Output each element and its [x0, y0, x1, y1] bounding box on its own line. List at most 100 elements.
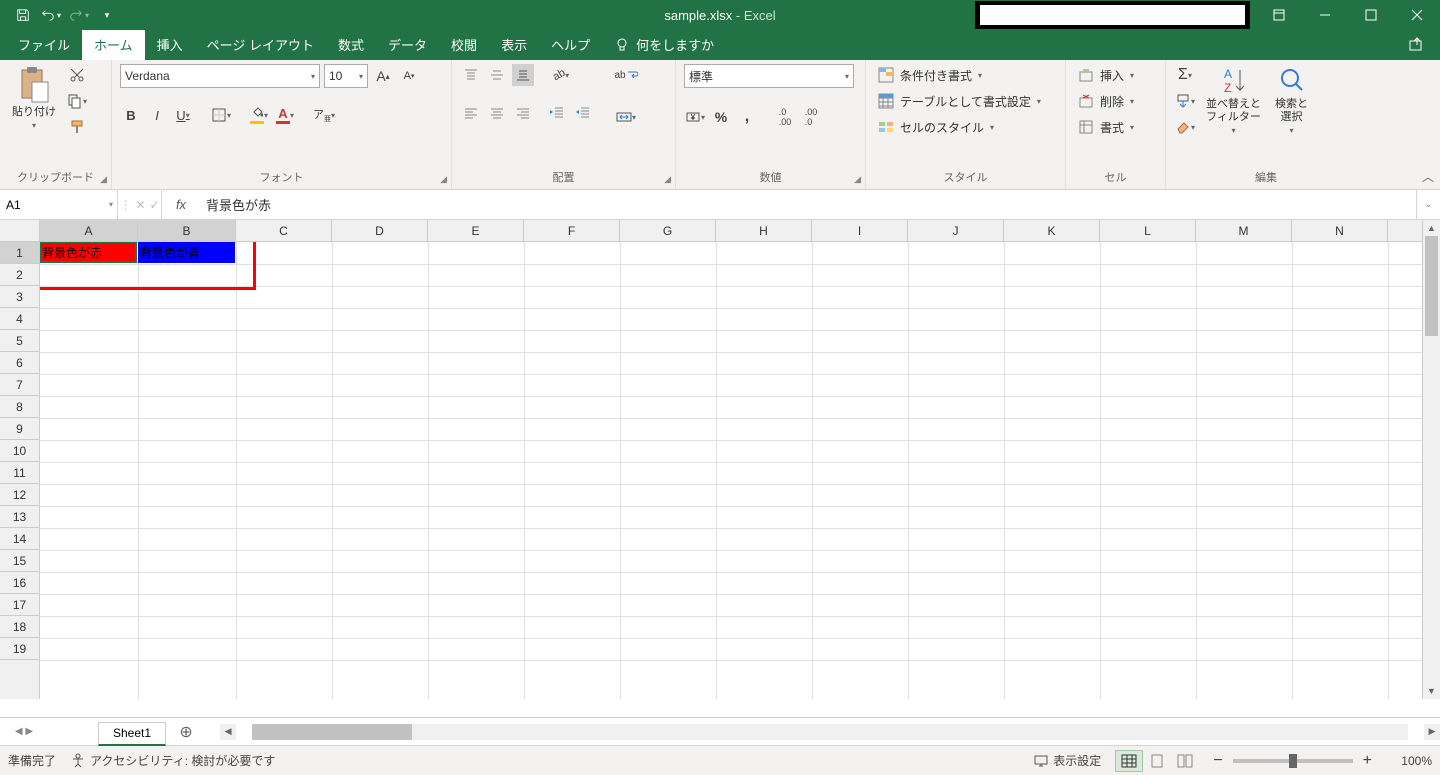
- insert-function-button[interactable]: fx: [166, 197, 196, 212]
- scroll-right-button[interactable]: ▶: [1424, 724, 1440, 740]
- cancel-formula-button[interactable]: ✕: [135, 198, 145, 212]
- increase-font-button[interactable]: A▴: [372, 65, 394, 87]
- align-center-button[interactable]: [486, 102, 508, 124]
- column-header[interactable]: K: [1004, 220, 1100, 241]
- sheet-tab-active[interactable]: Sheet1: [98, 722, 166, 746]
- cell-B1[interactable]: 背景色が青: [138, 242, 235, 263]
- column-header[interactable]: C: [236, 220, 332, 241]
- decrease-font-button[interactable]: A▾: [398, 65, 420, 87]
- column-header[interactable]: F: [524, 220, 620, 241]
- row-header[interactable]: 9: [0, 418, 39, 440]
- tab-view[interactable]: 表示: [489, 29, 539, 60]
- row-header[interactable]: 10: [0, 440, 39, 462]
- align-top-button[interactable]: [460, 64, 482, 86]
- bold-button[interactable]: B: [120, 104, 142, 126]
- decrease-indent-button[interactable]: [546, 102, 568, 124]
- fill-button[interactable]: ▾: [1174, 90, 1196, 112]
- zoom-thumb[interactable]: [1289, 754, 1297, 768]
- share-button[interactable]: [1394, 30, 1440, 60]
- row-header[interactable]: 13: [0, 506, 39, 528]
- sort-filter-button[interactable]: AZ 並べ替えと フィルター▾: [1202, 64, 1265, 137]
- font-color-button[interactable]: A▾: [274, 104, 296, 126]
- normal-view-button[interactable]: [1115, 750, 1143, 772]
- tab-page-layout[interactable]: ページ レイアウト: [195, 29, 326, 60]
- hscroll-thumb[interactable]: [252, 724, 412, 740]
- phonetic-button[interactable]: ア亜▾: [312, 104, 336, 126]
- row-header[interactable]: 1: [0, 242, 39, 264]
- format-painter-button[interactable]: [66, 116, 88, 138]
- cell-styles-button[interactable]: セルのスタイル▾: [874, 116, 998, 138]
- page-layout-view-button[interactable]: [1143, 750, 1171, 772]
- copy-button[interactable]: ▾: [66, 90, 88, 112]
- ribbon-options-button[interactable]: [1256, 0, 1302, 30]
- column-header[interactable]: L: [1100, 220, 1196, 241]
- zoom-in-button[interactable]: +: [1359, 752, 1376, 770]
- row-header[interactable]: 18: [0, 616, 39, 638]
- column-header[interactable]: M: [1196, 220, 1292, 241]
- tab-review[interactable]: 校閲: [439, 29, 489, 60]
- enter-formula-button[interactable]: ✓: [150, 198, 160, 212]
- row-header[interactable]: 12: [0, 484, 39, 506]
- tell-me[interactable]: 何をしますか: [602, 29, 726, 60]
- row-header[interactable]: 4: [0, 308, 39, 330]
- delete-cells-button[interactable]: 削除▾: [1074, 90, 1138, 112]
- row-header[interactable]: 6: [0, 352, 39, 374]
- tab-home[interactable]: ホーム: [82, 29, 145, 60]
- paste-button[interactable]: 貼り付け ▾: [8, 64, 60, 132]
- zoom-out-button[interactable]: −: [1209, 752, 1226, 770]
- row-header[interactable]: 8: [0, 396, 39, 418]
- tab-file[interactable]: ファイル: [6, 29, 82, 60]
- conditional-formatting-button[interactable]: 条件付き書式▾: [874, 64, 986, 86]
- scroll-up-button[interactable]: ▲: [1423, 220, 1440, 236]
- fill-color-button[interactable]: ▾: [248, 104, 270, 126]
- autosum-button[interactable]: Σ▾: [1174, 64, 1196, 86]
- percent-button[interactable]: %: [710, 106, 732, 128]
- minimize-button[interactable]: [1302, 0, 1348, 30]
- formula-input[interactable]: 背景色が赤: [200, 195, 1416, 214]
- font-size-combo[interactable]: 10▾: [324, 64, 368, 88]
- row-header[interactable]: 3: [0, 286, 39, 308]
- name-box[interactable]: A1▾: [0, 190, 118, 219]
- column-header[interactable]: B: [138, 220, 236, 241]
- scroll-left-button[interactable]: ◀: [220, 724, 236, 740]
- qat-customize[interactable]: ▾: [94, 3, 120, 27]
- maximize-button[interactable]: [1348, 0, 1394, 30]
- row-header[interactable]: 17: [0, 594, 39, 616]
- italic-button[interactable]: I: [146, 104, 168, 126]
- font-name-combo[interactable]: Verdana▾: [120, 64, 320, 88]
- increase-decimal-button[interactable]: .0.00: [774, 106, 796, 128]
- row-header[interactable]: 16: [0, 572, 39, 594]
- row-header[interactable]: 19: [0, 638, 39, 660]
- decrease-decimal-button[interactable]: .00.0: [800, 106, 822, 128]
- align-middle-button[interactable]: [486, 64, 508, 86]
- tab-data[interactable]: データ: [376, 29, 439, 60]
- format-as-table-button[interactable]: テーブルとして書式設定▾: [874, 90, 1045, 112]
- tab-help[interactable]: ヘルプ: [539, 29, 602, 60]
- horizontal-scrollbar[interactable]: ◀ ▶: [220, 724, 1440, 740]
- display-settings-button[interactable]: 表示設定: [1033, 752, 1101, 769]
- number-format-combo[interactable]: 標準▾: [684, 64, 854, 88]
- scroll-down-button[interactable]: ▼: [1423, 683, 1440, 699]
- insert-cells-button[interactable]: 挿入▾: [1074, 64, 1138, 86]
- column-header[interactable]: N: [1292, 220, 1388, 241]
- wrap-text-button[interactable]: ab: [608, 64, 644, 86]
- align-bottom-button[interactable]: [512, 64, 534, 86]
- dialog-launcher-icon[interactable]: ◢: [854, 174, 861, 185]
- column-header[interactable]: E: [428, 220, 524, 241]
- dialog-launcher-icon[interactable]: ◢: [440, 174, 447, 185]
- column-header[interactable]: G: [620, 220, 716, 241]
- redo-button[interactable]: ▾: [66, 3, 92, 27]
- orientation-button[interactable]: ab▾: [550, 64, 572, 86]
- select-all-corner[interactable]: [0, 220, 40, 242]
- tab-formulas[interactable]: 数式: [326, 29, 376, 60]
- dialog-launcher-icon[interactable]: ◢: [664, 174, 671, 185]
- column-header[interactable]: H: [716, 220, 812, 241]
- accounting-format-button[interactable]: ¥▾: [684, 106, 706, 128]
- cut-button[interactable]: [66, 64, 88, 86]
- accessibility-status[interactable]: アクセシビリティ: 検討が必要です: [70, 752, 275, 769]
- vertical-scrollbar[interactable]: ▲ ▼: [1422, 220, 1440, 699]
- cell-A1[interactable]: 背景色が赤: [40, 242, 137, 263]
- column-header[interactable]: J: [908, 220, 1004, 241]
- find-select-button[interactable]: 検索と 選択▾: [1271, 64, 1312, 137]
- undo-button[interactable]: ▾: [38, 3, 64, 27]
